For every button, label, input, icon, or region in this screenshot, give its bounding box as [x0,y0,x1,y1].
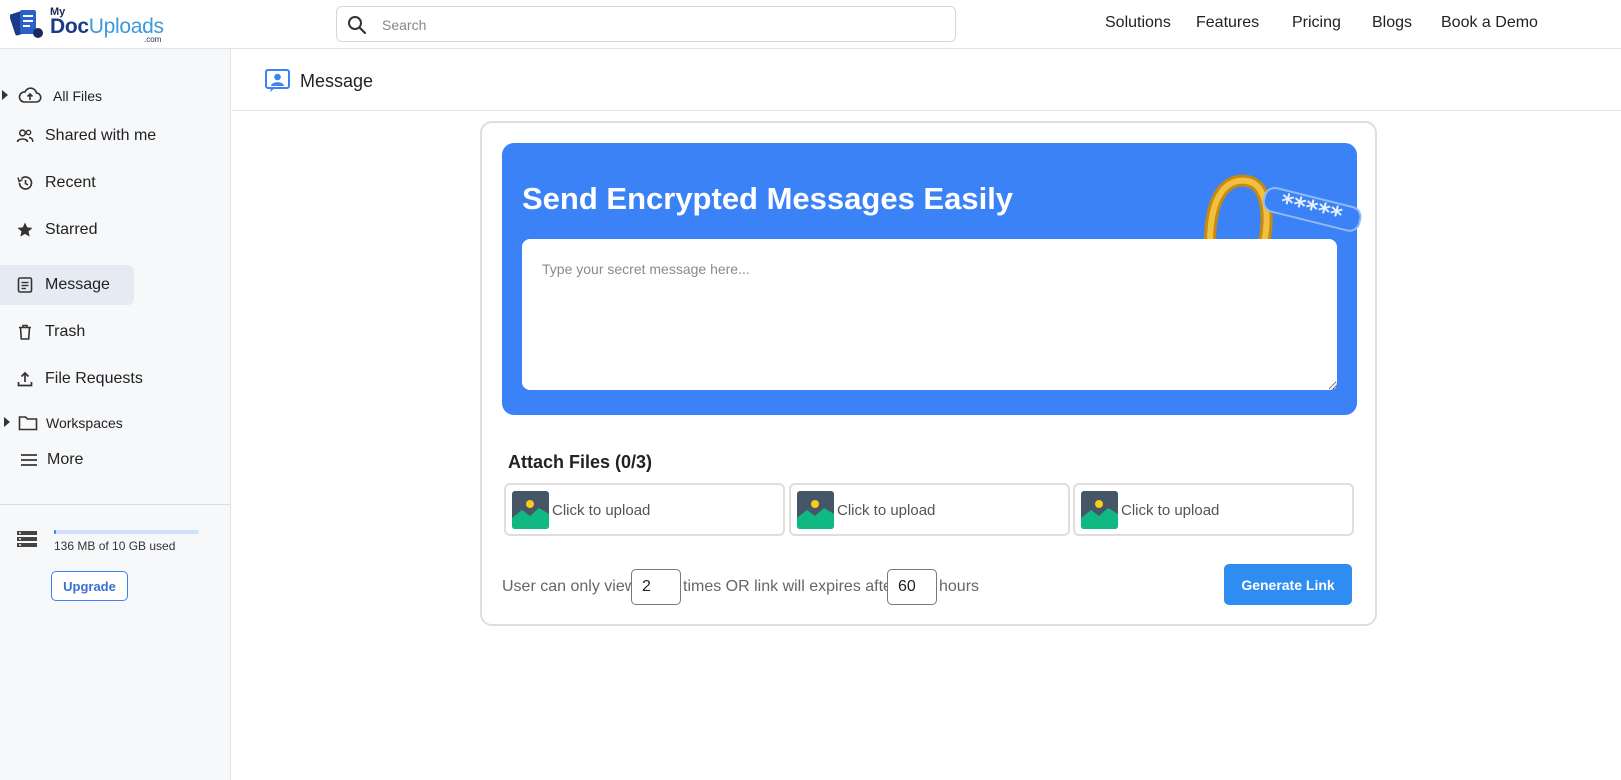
storage-usage-text: 136 MB of 10 GB used [54,539,176,553]
sidebar-item-starred[interactable]: Starred [0,210,134,250]
sidebar-item-label: More [47,451,84,468]
cloud-upload-icon [18,87,42,103]
sidebar-item-shared[interactable]: Shared with me [0,116,156,156]
page-title: Message [300,71,374,91]
sidebar-item-label: Trash [45,323,86,340]
upload-slot-label: Click to upload [1121,502,1220,519]
padlock-password-icon: ***** [1204,174,1362,243]
sidebar-item-label: File Requests [45,370,143,387]
expiry-hours-input[interactable] [887,569,937,605]
storage-icon [17,531,37,547]
page-header: Message [232,49,1621,111]
password-mask-text: ***** [1277,188,1345,230]
nav-link-book-demo[interactable]: Book a Demo [1441,14,1538,32]
view-count-input[interactable] [631,569,681,605]
secret-message-textarea[interactable] [522,239,1337,390]
image-placeholder-icon [797,491,834,529]
search-box[interactable] [336,6,956,42]
hero-heading: Send Encrypted Messages Easily [522,181,1014,216]
star-icon [17,222,33,237]
expand-caret-icon[interactable] [2,90,8,100]
sidebar-item-label: Recent [45,174,96,191]
nav-link-features[interactable]: Features [1196,14,1259,32]
message-card: Send Encrypted Messages Easily ***** Att… [480,121,1377,626]
sidebar: All Files Shared with me Recent Starred [0,49,231,780]
sidebar-item-recent[interactable]: Recent [0,163,134,203]
upgrade-button[interactable]: Upgrade [51,571,128,601]
logo-text-com: .com [144,35,162,44]
message-icon [17,277,33,293]
sidebar-divider [0,504,231,505]
upload-slot-label: Click to upload [837,502,936,519]
sidebar-item-all-files[interactable]: All Files [0,76,134,116]
search-input[interactable] [382,14,942,36]
history-icon [17,176,33,190]
storage-progress-fill [54,530,56,534]
sidebar-item-workspaces[interactable]: Workspaces [0,403,134,443]
upload-slot-2[interactable]: Click to upload [789,483,1070,536]
sidebar-item-label: Shared with me [45,127,157,144]
storage-progress-bar [54,530,199,534]
sidebar-item-label: Workspaces [46,415,123,431]
sidebar-item-more[interactable]: More [0,440,134,480]
expiry-text: times OR link will expires after [683,578,898,595]
view-limit-text: User can only view [502,578,637,595]
image-placeholder-icon [512,491,549,529]
image-placeholder-icon [1081,491,1118,529]
brand-logo[interactable]: My DocUploads .com [10,4,170,44]
folder-icon [18,416,38,431]
nav-link-pricing[interactable]: Pricing [1292,14,1341,32]
sidebar-item-label: All Files [53,88,103,104]
link-options-row: User can only view times OR link will ex… [502,569,1062,605]
hours-text: hours [939,578,980,595]
sidebar-item-file-requests[interactable]: File Requests [0,359,143,399]
sidebar-item-message[interactable]: Message [0,265,134,305]
expand-caret-icon[interactable] [4,417,10,427]
menu-icon [21,454,37,466]
nav-link-blogs[interactable]: Blogs [1372,14,1412,32]
logo-icon [10,10,43,38]
message-person-icon [265,69,290,92]
people-icon [16,129,34,143]
sidebar-item-trash[interactable]: Trash [0,312,134,352]
top-bar: My DocUploads .com Solutions Features Pr… [0,0,1621,49]
upload-slot-label: Click to upload [552,502,651,519]
upload-slot-3[interactable]: Click to upload [1073,483,1354,536]
upload-slot-1[interactable]: Click to upload [504,483,785,536]
attach-files-title: Attach Files (0/3) [508,452,653,472]
hero-panel: Send Encrypted Messages Easily ***** [502,143,1362,415]
nav-link-solutions[interactable]: Solutions [1105,14,1171,32]
sidebar-item-label: Message [45,276,110,293]
search-icon [348,16,367,35]
upload-icon [17,371,33,387]
sidebar-item-label: Starred [45,221,98,238]
generate-link-button[interactable]: Generate Link [1224,564,1352,605]
trash-icon [19,324,31,340]
logo-text-doc: Doc [50,15,89,38]
